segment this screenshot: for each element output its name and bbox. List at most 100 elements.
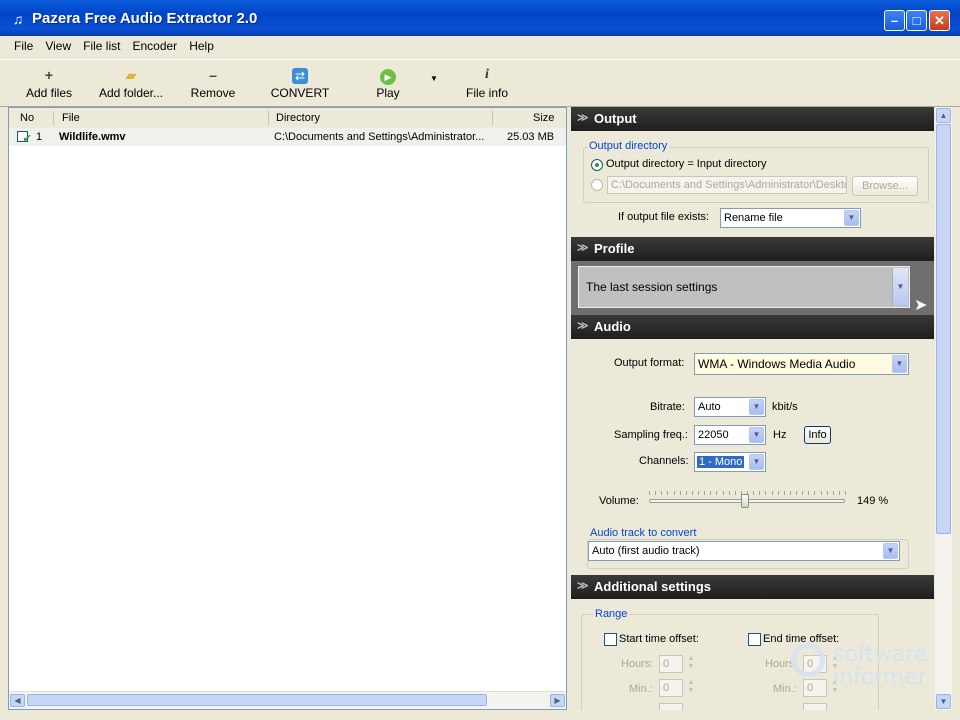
start-offset-label: Start time offset:	[619, 633, 699, 645]
maximize-button[interactable]: □	[906, 10, 927, 31]
row-checkbox[interactable]: ✔	[17, 131, 32, 145]
file-list[interactable]: No File Directory Size ✔ 1 Wildlife.wmv …	[8, 107, 567, 710]
chevron-down-icon: ▼	[892, 355, 907, 373]
remove-label: Remove	[190, 86, 236, 100]
audio-section-header[interactable]: ≫ Audio	[571, 315, 934, 339]
scroll-left-arrow-icon[interactable]: ◀	[10, 694, 25, 707]
volume-tick	[710, 491, 712, 495]
volume-tick	[802, 491, 804, 495]
range-group-label: Range	[593, 608, 630, 620]
start-sec-input[interactable]	[659, 703, 683, 710]
radio-custom-directory[interactable]	[591, 179, 603, 191]
column-separator[interactable]	[53, 111, 54, 125]
play-button[interactable]: ▶ Play	[372, 66, 404, 100]
volume-tick	[838, 491, 840, 495]
close-button[interactable]: ✕	[929, 10, 950, 31]
sampling-select[interactable]: 22050 ▼	[694, 425, 766, 445]
additional-settings-section-header[interactable]: ≫ Additional settings	[571, 575, 934, 599]
scroll-down-arrow-icon[interactable]: ▼	[936, 694, 951, 709]
radio-input-directory[interactable]	[591, 159, 603, 171]
play-icon: ▶	[372, 66, 404, 85]
column-no[interactable]: No	[20, 112, 34, 124]
play-dropdown-arrow-icon[interactable]: ▼	[428, 74, 440, 83]
vertical-scroll-thumb[interactable]	[936, 124, 951, 534]
column-directory[interactable]: Directory	[276, 112, 320, 124]
collapse-chevron-icon: ≫	[577, 320, 589, 332]
column-file[interactable]: File	[62, 112, 80, 124]
if-exists-select[interactable]: Rename file ▼	[720, 208, 861, 228]
add-files-button[interactable]: + Add files	[22, 66, 76, 100]
end-min-label: Min.:	[773, 683, 797, 695]
volume-tick	[722, 491, 724, 495]
volume-tick	[734, 491, 736, 495]
scroll-right-arrow-icon[interactable]: ▶	[550, 694, 565, 707]
menu-file[interactable]: File	[8, 36, 39, 53]
bitrate-select[interactable]: Auto ▼	[694, 397, 766, 417]
column-separator[interactable]	[492, 111, 493, 125]
convert-button[interactable]: ⇄ CONVERT	[270, 66, 330, 100]
audio-track-value: Auto (first audio track)	[592, 545, 700, 557]
output-format-select[interactable]: WMA - Windows Media Audio ▼	[694, 353, 909, 375]
chevron-down-icon: ▼	[749, 427, 764, 443]
output-section-header[interactable]: ≫ Output	[571, 107, 934, 131]
title-bar: ♫ Pazera Free Audio Extractor 2.0 – □ ✕	[0, 0, 960, 36]
volume-value: 149 %	[857, 495, 889, 507]
sampling-value: 22050	[698, 429, 729, 441]
remove-button[interactable]: – Remove	[188, 66, 238, 100]
menu-file-list[interactable]: File list	[77, 36, 126, 53]
bitrate-label: Bitrate:	[650, 401, 685, 413]
column-separator[interactable]	[268, 111, 269, 125]
mouse-cursor-icon: ➤	[914, 297, 928, 314]
chevron-down-icon: ▼	[892, 268, 908, 306]
output-format-value: WMA - Windows Media Audio	[698, 357, 856, 371]
toolbar: + Add files ▰ Add folder... – Remove ⇄ C…	[0, 59, 960, 107]
file-info-button[interactable]: i File info	[462, 66, 512, 100]
browse-button[interactable]: Browse...	[852, 176, 918, 196]
end-min-input[interactable]: 0	[803, 679, 827, 697]
channels-select[interactable]: 1 - Mono ▼	[694, 452, 766, 472]
volume-slider-thumb[interactable]	[741, 494, 750, 508]
spin-arrows-icon[interactable]: ▲ ▼	[684, 655, 698, 673]
column-size[interactable]: Size	[533, 112, 554, 124]
info-icon: i	[485, 67, 489, 82]
volume-tick	[685, 491, 687, 495]
chevron-down-icon: ▼	[749, 399, 764, 415]
volume-tick	[667, 491, 669, 495]
end-offset-checkbox[interactable]	[748, 633, 761, 646]
minimize-button[interactable]: –	[884, 10, 905, 31]
start-min-input[interactable]: 0	[659, 679, 683, 697]
start-offset-checkbox[interactable]	[604, 633, 617, 646]
end-sec-input[interactable]	[803, 703, 827, 710]
audio-track-select[interactable]: Auto (first audio track) ▼	[588, 541, 900, 561]
volume-tick	[796, 491, 797, 495]
music-note-icon: ♫	[12, 11, 24, 27]
profile-section-header[interactable]: ≫ Profile	[571, 237, 934, 261]
profile-select[interactable]: The last session settings ▼	[578, 266, 910, 308]
spin-arrows-icon[interactable]: ▲ ▼	[684, 679, 698, 697]
start-hours-input[interactable]: 0	[659, 655, 683, 673]
settings-vertical-scrollbar[interactable]: ▲ ▼	[935, 107, 952, 710]
row-number: 1	[36, 131, 43, 143]
volume-tick	[691, 491, 693, 495]
info-button[interactable]: Info	[804, 426, 831, 444]
row-size: 25.03 MB	[507, 131, 555, 143]
chevron-down-icon: ▼	[883, 543, 898, 559]
volume-tick	[771, 491, 773, 495]
menu-help[interactable]: Help	[183, 36, 220, 53]
watermark-line2: informer	[833, 665, 927, 690]
bitrate-value: Auto	[698, 401, 721, 413]
menu-encoder[interactable]: Encoder	[126, 36, 183, 53]
volume-tick	[814, 491, 816, 495]
volume-tick	[655, 491, 657, 495]
add-folder-button[interactable]: ▰ Add folder...	[94, 66, 168, 100]
custom-directory-field[interactable]: C:\Documents and Settings\Administrator\…	[607, 176, 847, 194]
horizontal-scrollbar[interactable]: ◀ ▶	[9, 691, 566, 709]
scroll-up-arrow-icon[interactable]: ▲	[936, 108, 951, 123]
volume-tick	[673, 491, 675, 495]
channels-value: 1 - Mono	[697, 456, 745, 468]
horizontal-scroll-thumb[interactable]	[27, 694, 487, 706]
menu-view[interactable]: View	[39, 36, 77, 53]
table-row[interactable]: ✔ 1 Wildlife.wmv C:\Documents and Settin…	[9, 128, 566, 146]
audio-track-group-label: Audio track to convert	[588, 527, 699, 539]
volume-tick	[826, 491, 828, 495]
